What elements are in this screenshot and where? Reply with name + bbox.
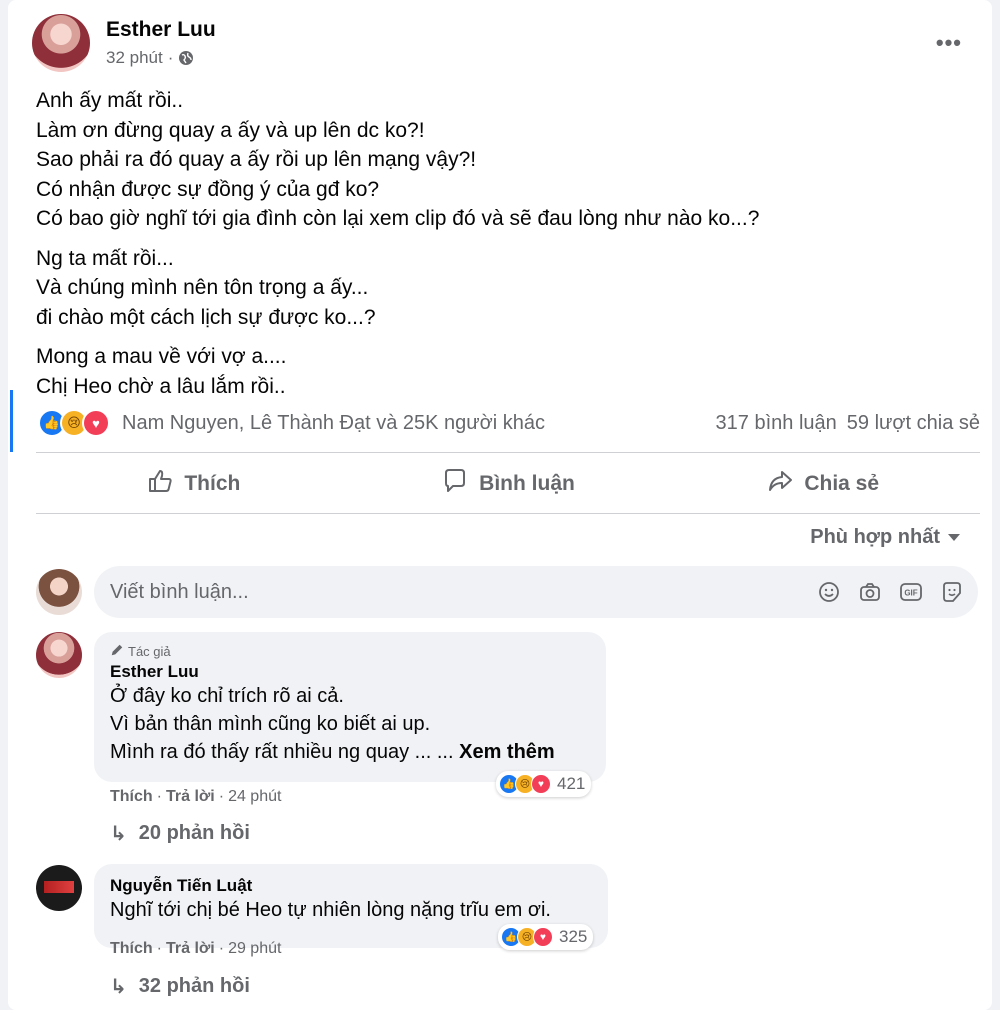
reaction-icons[interactable]: 👍 😢 ♥: [38, 409, 110, 437]
reactions-summary: 👍 😢 ♥ Nam Nguyen, Lê Thành Đạt và 25K ng…: [38, 407, 980, 439]
divider: [36, 452, 980, 453]
comment-text: Nghĩ tới chị bé Heo tự nhiên lòng nặng t…: [110, 896, 592, 924]
post-line: Làm ơn đừng quay a ấy và up lên dc ko?!: [36, 118, 425, 142]
post-line: Ng ta mất rồi...: [36, 246, 174, 270]
post-meta: 32 phút ·: [106, 48, 194, 68]
meta-separator: ·: [156, 940, 162, 957]
post-line: đi chào một cách lịch sự được ko...?: [36, 305, 376, 329]
focus-indicator: [10, 390, 13, 452]
post-paragraph: Ng ta mất rồi... Và chúng mình nên tôn t…: [36, 244, 966, 333]
post-line: Có nhận được sự đồng ý của gđ ko?: [36, 177, 380, 201]
author-badge: Tác giả: [110, 642, 590, 660]
see-more-link[interactable]: Xem thêm: [459, 741, 555, 763]
like-label: Thích: [184, 472, 241, 495]
post-line: Anh ấy mất rồi..: [36, 89, 184, 112]
comment-bubble: Tác giả Esther Luu Ở đây ko chỉ trích rõ…: [94, 632, 606, 782]
author-avatar[interactable]: [32, 14, 90, 72]
comment-input[interactable]: Viết bình luận... GIF: [94, 566, 978, 618]
like-button[interactable]: Thích: [36, 456, 351, 512]
author-badge-label: Tác giả: [128, 643, 171, 659]
globe-icon: [178, 50, 194, 66]
thumbs-up-icon: [146, 467, 174, 501]
reply-arrow-icon: ↳: [110, 976, 127, 998]
comment-like-link[interactable]: Thích: [110, 788, 153, 806]
post-line: Sao phải ra đó quay a ấy rồi up lên mạng…: [36, 148, 477, 171]
love-reaction-icon: ♥: [82, 409, 110, 437]
comment-line: Nghĩ tới chị bé Heo tự nhiên lòng nặng t…: [110, 899, 551, 921]
sort-label: Phù hợp nhất: [810, 526, 940, 548]
comment-button[interactable]: Bình luận: [351, 456, 666, 512]
current-user-avatar[interactable]: [36, 569, 82, 615]
post-line: Mong a mau về với vợ a....: [36, 345, 287, 368]
comment-text: Ở đây ko chỉ trích rõ ai cả. Vì bản thân…: [110, 682, 590, 766]
comment-placeholder: Viết bình luận...: [110, 580, 249, 603]
comment-reply-link[interactable]: Trả lời: [166, 940, 215, 958]
pencil-icon: [110, 643, 124, 660]
comment-line: Ở đây ko chỉ trích rõ ai cả.: [110, 685, 344, 707]
share-button[interactable]: Chia sẻ: [665, 456, 980, 512]
emoji-icon[interactable]: [816, 580, 841, 605]
reaction-count: 325: [559, 927, 588, 946]
author-name[interactable]: Esther Luu: [106, 18, 216, 42]
post-card: Esther Luu 32 phút · ••• Anh ấy mất rồi.…: [8, 0, 992, 1010]
post-body: Anh ấy mất rồi.. Làm ơn đừng quay a ấy v…: [36, 86, 966, 411]
share-icon: [766, 467, 794, 501]
comment-time[interactable]: 24 phút: [228, 788, 281, 806]
view-replies-link[interactable]: ↳ 20 phản hồi: [110, 821, 250, 846]
svg-text:GIF: GIF: [904, 589, 917, 598]
view-replies-link[interactable]: ↳ 32 phản hồi: [110, 974, 250, 999]
comment-time[interactable]: 29 phút: [228, 940, 281, 958]
comment-like-link[interactable]: Thích: [110, 940, 153, 958]
more-horizontal-icon[interactable]: •••: [936, 30, 962, 56]
divider: [36, 513, 980, 514]
reaction-count: 421: [557, 774, 586, 793]
comment-label: Bình luận: [479, 472, 575, 495]
gif-icon[interactable]: GIF: [898, 580, 923, 605]
share-label: Chia sẻ: [804, 472, 880, 495]
comment-reply-link[interactable]: Trả lời: [166, 788, 215, 806]
shares-count[interactable]: 59 lượt chia sẻ: [847, 412, 980, 435]
reaction-names[interactable]: Nam Nguyen, Lê Thành Đạt và 25K người kh…: [122, 412, 545, 435]
comment-line-text: Mình ra đó thấy rất nhiều ng quay ... ..…: [110, 741, 454, 763]
sticker-icon[interactable]: [939, 580, 964, 605]
love-reaction-icon: ♥: [531, 774, 551, 794]
meta-separator: ·: [156, 788, 162, 805]
comment-meta: Thích · Trả lời · 24 phút: [110, 788, 281, 806]
post-line: Và chúng mình nên tôn trọng a ấy...: [36, 276, 369, 299]
comment-sort-dropdown[interactable]: Phù hợp nhất: [810, 526, 960, 549]
post-paragraph: Anh ấy mất rồi.. Làm ơn đừng quay a ấy v…: [36, 86, 966, 234]
engagement-counts: 317 bình luận 59 lượt chia sẻ: [716, 412, 980, 435]
meta-separator: ·: [218, 940, 225, 957]
comments-count[interactable]: 317 bình luận: [716, 412, 837, 435]
commenter-name[interactable]: Esther Luu: [110, 662, 590, 682]
comment-reactions[interactable]: 👍 😢 ♥ 421: [496, 771, 592, 797]
caret-down-icon: [948, 534, 960, 541]
comment-line: Vì bản thân mình cũng ko biết ai up.: [110, 713, 431, 735]
love-reaction-icon: ♥: [533, 927, 553, 947]
replies-count: 32 phản hồi: [138, 975, 250, 997]
post-line: Có bao giờ nghĩ tới gia đình còn lại xem…: [36, 207, 760, 230]
camera-icon[interactable]: [857, 580, 882, 605]
comment-icon: [441, 467, 469, 501]
commenter-name[interactable]: Nguyễn Tiến Luật: [110, 876, 592, 896]
post-line: Chị Heo chờ a lâu lắm rồi..: [36, 374, 286, 398]
post-time[interactable]: 32 phút: [106, 48, 163, 68]
meta-separator: ·: [218, 788, 225, 805]
post-actions: Thích Bình luận Chia sẻ: [36, 456, 980, 512]
comment-reactions[interactable]: 👍 😢 ♥ 325: [498, 924, 594, 950]
comment-meta: Thích · Trả lời · 29 phút: [110, 940, 281, 958]
meta-separator: ·: [167, 48, 174, 67]
commenter-avatar[interactable]: [36, 865, 82, 911]
comment-line: Mình ra đó thấy rất nhiều ng quay ... ..…: [110, 738, 590, 766]
reply-arrow-icon: ↳: [110, 823, 127, 845]
commenter-avatar[interactable]: [36, 632, 82, 678]
post-paragraph: Mong a mau về với vợ a.... Chị Heo chờ a…: [36, 342, 966, 401]
replies-count: 20 phản hồi: [138, 822, 250, 844]
comment-input-tools: GIF: [816, 580, 964, 605]
